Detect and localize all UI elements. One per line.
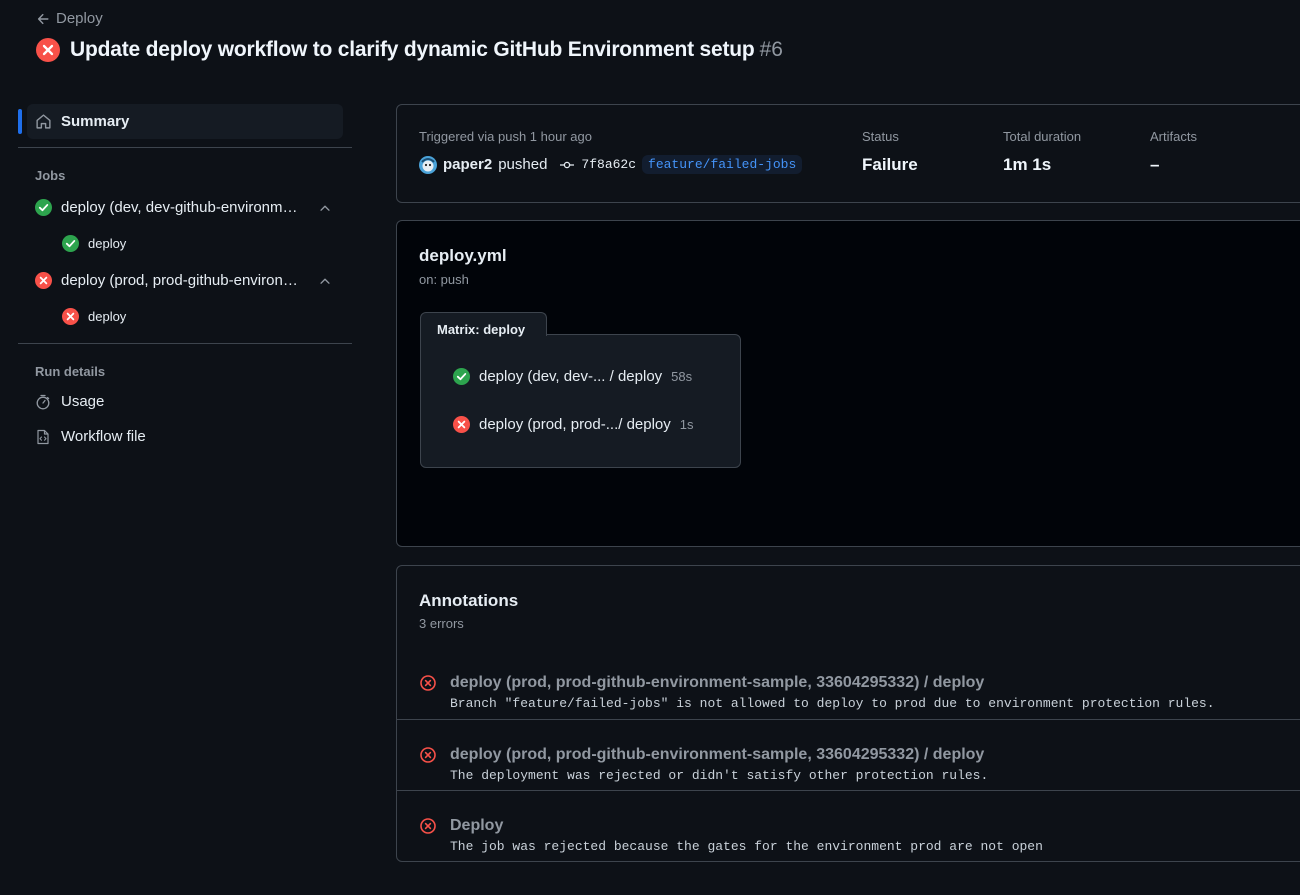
back-link[interactable]: Deploy	[36, 10, 103, 27]
workflow-graph-card: deploy.yml on: push Matrix: deploy deplo…	[396, 220, 1300, 547]
annotation-title: deploy (prod, prod-github-environment-sa…	[450, 746, 985, 763]
annotation-item[interactable]: deploy (prod, prod-github-environment-sa…	[397, 648, 1300, 719]
annotation-item[interactable]: Deploy The job was rejected because the …	[397, 790, 1300, 861]
workflow-trigger: on: push	[419, 272, 469, 287]
annotation-message: The deployment was rejected or didn't sa…	[450, 768, 989, 783]
push-details: paper2 pushed 7f8a62c feature/failed-job…	[419, 155, 803, 174]
status-value: Failure	[862, 155, 918, 174]
sidebar-divider	[18, 147, 352, 148]
annotations-count: 3 errors	[419, 616, 464, 631]
sidebar-step-prod-deploy[interactable]: deploy	[18, 298, 352, 335]
annotation-title: Deploy	[450, 817, 504, 834]
page-title-row: Update deploy workflow to clarify dynami…	[36, 38, 783, 62]
annotations-card: Annotations 3 errors deploy (prod, prod-…	[396, 565, 1300, 862]
sidebar-item-label: Summary	[61, 113, 130, 130]
x-circle-fill-icon	[36, 38, 60, 62]
x-circle-icon	[420, 675, 436, 691]
avatar[interactable]	[419, 155, 437, 174]
home-icon	[35, 113, 52, 130]
branch-tag[interactable]: feature/failed-jobs	[642, 155, 803, 174]
file-code-icon	[35, 429, 51, 445]
x-circle-fill-icon	[62, 308, 79, 325]
actor-link[interactable]: paper2	[443, 156, 492, 173]
x-circle-icon	[420, 747, 436, 763]
trigger-text: Triggered via push 1 hour ago	[419, 129, 592, 144]
annotation-message: Branch "feature/failed-jobs" is not allo…	[450, 696, 1215, 711]
artifacts-label: Artifacts	[1150, 129, 1197, 144]
matrix-group: deploy (dev, dev-... / deploy 58s deploy…	[420, 334, 741, 468]
git-commit-icon	[559, 157, 575, 173]
chevron-up-icon[interactable]	[318, 274, 332, 288]
run-number: #6	[759, 38, 783, 61]
duration-value: 1m 1s	[1003, 155, 1052, 174]
annotations-heading: Annotations	[419, 591, 519, 610]
check-circle-fill-icon	[62, 235, 79, 252]
matrix-label: Matrix: deploy	[420, 312, 547, 337]
annotation-message: The job was rejected because the gates f…	[450, 839, 1043, 854]
sidebar-job-label: deploy (prod, prod-github-environment-sa…	[61, 271, 301, 289]
matrix-job-duration: 1s	[679, 417, 694, 432]
sidebar-step-dev-deploy[interactable]: deploy	[18, 225, 352, 262]
x-circle-fill-icon	[35, 271, 52, 289]
sidebar: Summary Jobs deploy (dev, dev-github-env…	[18, 104, 352, 454]
matrix-job-prod[interactable]: deploy (prod, prod-.../ deploy 1s	[453, 416, 694, 433]
run-details-heading: Run details	[35, 364, 106, 379]
stopwatch-icon	[35, 394, 51, 410]
run-info-card: Triggered via push 1 hour ago paper2 pus…	[396, 104, 1300, 203]
chevron-up-icon[interactable]	[318, 201, 332, 215]
matrix-job-label: deploy (dev, dev-... / deploy	[479, 368, 663, 385]
arrow-left-icon	[36, 12, 50, 26]
workflow-file-name: deploy.yml	[419, 246, 507, 265]
sidebar-job-label: deploy (dev, dev-github-environment-samp…	[61, 198, 301, 216]
commit-sha-link[interactable]: 7f8a62c	[581, 157, 636, 172]
annotation-item[interactable]: deploy (prod, prod-github-environment-sa…	[397, 719, 1300, 790]
sidebar-job-dev[interactable]: deploy (dev, dev-github-environment-samp…	[18, 189, 352, 225]
sidebar-job-prod[interactable]: deploy (prod, prod-github-environment-sa…	[18, 262, 352, 298]
status-label: Status	[862, 129, 899, 144]
page-title: Update deploy workflow to clarify dynami…	[70, 38, 755, 61]
sidebar-item-usage[interactable]: Usage	[18, 384, 352, 419]
duration-label: Total duration	[1003, 129, 1082, 144]
sidebar-divider	[18, 343, 352, 344]
check-circle-fill-icon	[35, 198, 52, 216]
sidebar-item-label: Workflow file	[61, 428, 146, 445]
check-circle-fill-icon	[453, 368, 470, 385]
matrix-job-duration: 58s	[671, 369, 693, 384]
sidebar-item-label: Usage	[61, 393, 105, 410]
sidebar-item-workflow-file[interactable]: Workflow file	[18, 419, 352, 454]
back-link-label: Deploy	[56, 10, 103, 27]
sidebar-step-label: deploy	[88, 236, 127, 251]
annotation-title: deploy (prod, prod-github-environment-sa…	[450, 674, 985, 691]
matrix-job-dev[interactable]: deploy (dev, dev-... / deploy 58s	[453, 368, 692, 385]
artifacts-value: –	[1150, 155, 1160, 174]
sidebar-step-label: deploy	[88, 309, 127, 324]
sidebar-item-summary[interactable]: Summary	[18, 104, 343, 139]
jobs-heading: Jobs	[35, 168, 66, 183]
matrix-job-label: deploy (prod, prod-.../ deploy	[479, 416, 671, 433]
push-action: pushed	[498, 156, 548, 173]
x-circle-icon	[420, 818, 436, 834]
x-circle-fill-icon	[453, 416, 470, 433]
